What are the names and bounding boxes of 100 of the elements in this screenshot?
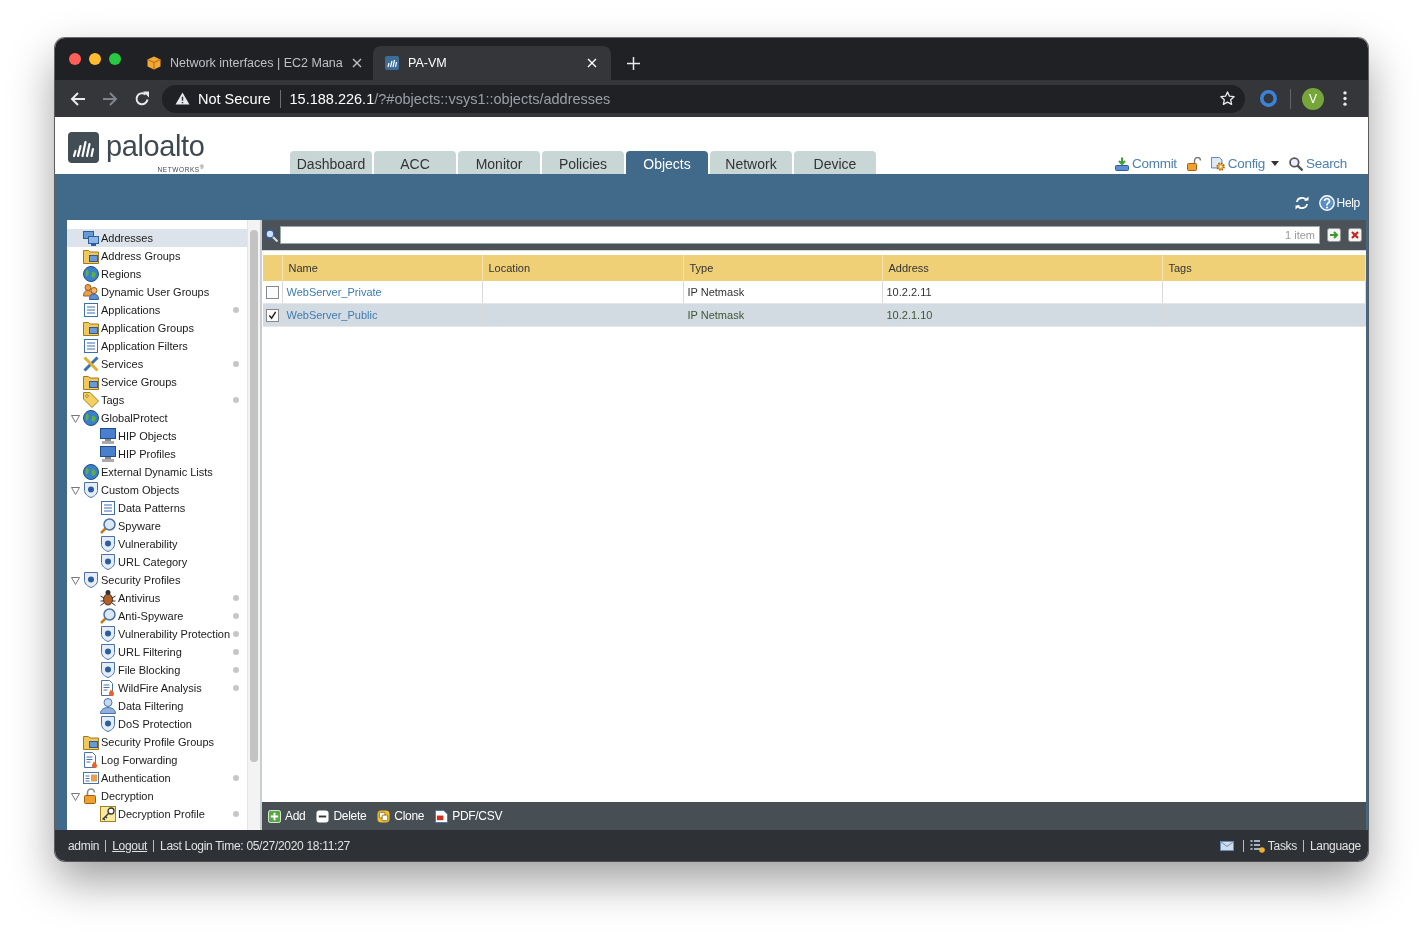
row-checkbox[interactable]	[266, 308, 279, 322]
monitor-icon	[100, 428, 116, 444]
sidebar-item[interactable]: Service Groups	[67, 373, 247, 391]
sidebar-item[interactable]: DoS Protection	[67, 715, 247, 733]
column-header[interactable]: Address	[882, 255, 1162, 281]
scrollbar-thumb[interactable]	[250, 230, 258, 762]
stripes-logo-icon	[385, 56, 399, 70]
window-close-button[interactable]	[69, 53, 81, 65]
sidebar-item[interactable]: WildFire Analysis	[67, 679, 247, 697]
export-button[interactable]: PDF/CSV	[435, 809, 503, 823]
plus-icon	[268, 809, 281, 823]
apply-arrow-icon[interactable]	[1327, 228, 1341, 242]
logout-link[interactable]: Logout	[112, 838, 148, 853]
security-label[interactable]: Not Secure	[198, 90, 271, 107]
sidebar-item[interactable]: External Dynamic Lists	[67, 463, 247, 481]
caret-icon	[1271, 161, 1279, 166]
refresh-icon[interactable]	[1294, 196, 1309, 210]
search-link[interactable]: Search	[1289, 156, 1347, 171]
envelope-icon[interactable]	[1219, 840, 1234, 851]
address-link[interactable]: WebServer_Private	[286, 286, 382, 298]
triangle-icon[interactable]	[71, 413, 80, 423]
item-count: 1 item	[1285, 229, 1315, 241]
menu-icon[interactable]	[1343, 91, 1347, 106]
commit-link[interactable]: Commit	[1115, 156, 1177, 171]
sidebar-item[interactable]: Security Profile Groups	[67, 733, 247, 751]
triangle-icon[interactable]	[71, 791, 80, 801]
sidebar-item[interactable]: Antivirus	[67, 589, 247, 607]
language-link[interactable]: Language	[1310, 838, 1361, 853]
sidebar-item[interactable]: HIP Objects	[67, 427, 247, 445]
table-row[interactable]: WebServer_Public IP Netmask 10.2.1.10	[263, 303, 1366, 327]
ring-icon[interactable]	[1260, 90, 1277, 107]
sidebar-item[interactable]: Applications	[67, 301, 247, 319]
sidebar-item[interactable]: Decryption	[67, 787, 247, 805]
column-header[interactable]: Tags	[1162, 255, 1366, 281]
padlock-icon[interactable]	[1186, 156, 1201, 171]
browser-tab[interactable]: PA-VM	[373, 46, 611, 80]
new-tab-icon[interactable]	[627, 57, 640, 70]
sidebar-item[interactable]: URL Filtering	[67, 643, 247, 661]
sidebar-item[interactable]: Application Groups	[67, 319, 247, 337]
triangle-icon[interactable]	[71, 485, 80, 495]
sidebar-item[interactable]: Address Groups	[67, 247, 247, 265]
config-menu[interactable]: Config	[1210, 156, 1279, 171]
copy-icon	[377, 809, 391, 823]
browser-tab[interactable]: Network interfaces | EC2 Mana	[135, 46, 373, 80]
sidebar-item[interactable]: Decryption Profile	[67, 805, 247, 823]
forward-icon[interactable]	[102, 90, 118, 107]
sidebar-item[interactable]: Vulnerability	[67, 535, 247, 553]
close-icon[interactable]	[351, 58, 362, 68]
sidebar-item[interactable]: Vulnerability Protection	[67, 625, 247, 643]
reload-icon[interactable]	[134, 90, 150, 107]
column-header[interactable]: Name	[282, 255, 482, 281]
clear-filter-icon[interactable]	[1348, 228, 1362, 242]
list-icon	[100, 500, 116, 516]
folder-icon	[83, 734, 99, 750]
checklist-icon	[1249, 838, 1265, 853]
row-checkbox[interactable]	[266, 285, 279, 299]
nav-tab[interactable]: Dashboard	[290, 151, 372, 174]
sidebar-item[interactable]: Addresses	[67, 229, 247, 247]
nav-tab[interactable]: Device	[794, 151, 876, 174]
add-button[interactable]: Add	[268, 809, 306, 823]
window-minimize-button[interactable]	[89, 53, 101, 65]
sidebar-item[interactable]: Custom Objects	[67, 481, 247, 499]
nav-tab[interactable]: Policies	[542, 151, 624, 174]
nav-tab[interactable]: Objects	[626, 151, 708, 174]
sidebar-item[interactable]: Dynamic User Groups	[67, 283, 247, 301]
document-icon	[83, 752, 99, 768]
gear-document-icon	[1210, 156, 1225, 171]
sidebar-item[interactable]: Application Filters	[67, 337, 247, 355]
sidebar-item[interactable]: File Blocking	[67, 661, 247, 679]
sidebar-item[interactable]: GlobalProtect	[67, 409, 247, 427]
sidebar-item[interactable]: URL Category	[67, 553, 247, 571]
sidebar-item[interactable]: Security Profiles	[67, 571, 247, 589]
table-cell: IP Netmask	[687, 286, 745, 298]
triangle-icon[interactable]	[71, 575, 80, 585]
table-row[interactable]: WebServer_Private IP Netmask 10.2.2.11	[263, 281, 1366, 304]
sidebar-item[interactable]: HIP Profiles	[67, 445, 247, 463]
sidebar-item[interactable]: Anti-Spyware	[67, 607, 247, 625]
help-link[interactable]: Help	[1318, 195, 1360, 211]
sidebar-item[interactable]: Data Patterns	[67, 499, 247, 517]
nav-tab[interactable]: Monitor	[458, 151, 540, 174]
sidebar-item[interactable]: Authentication	[67, 769, 247, 787]
nav-tab[interactable]: Network	[710, 151, 792, 174]
window-zoom-button[interactable]	[109, 53, 121, 65]
column-header[interactable]: Type	[683, 255, 882, 281]
column-header[interactable]: Location	[482, 255, 683, 281]
tasks-link[interactable]: Tasks	[1249, 838, 1297, 853]
bookmark-star-icon[interactable]	[1220, 91, 1235, 106]
delete-button[interactable]: Delete	[316, 809, 367, 823]
sidebar-item[interactable]: Data Filtering	[67, 697, 247, 715]
clone-button[interactable]: Clone	[377, 809, 425, 823]
sidebar-item[interactable]: Regions	[67, 265, 247, 283]
back-icon[interactable]	[70, 90, 86, 107]
nav-tab[interactable]: ACC	[374, 151, 456, 174]
sidebar-item[interactable]: Services	[67, 355, 247, 373]
address-bar[interactable]: Not Secure 15.188.226.1/?#objects::vsys1::objects/addresses	[162, 84, 1245, 113]
sidebar-item[interactable]: Tags	[67, 391, 247, 409]
sidebar-item[interactable]: Spyware	[67, 517, 247, 535]
cube-icon	[147, 56, 161, 70]
url-text[interactable]: 15.188.226.1/?#objects::vsys1::objects/addresses	[289, 90, 611, 107]
sidebar-item[interactable]: Log Forwarding	[67, 751, 247, 769]
